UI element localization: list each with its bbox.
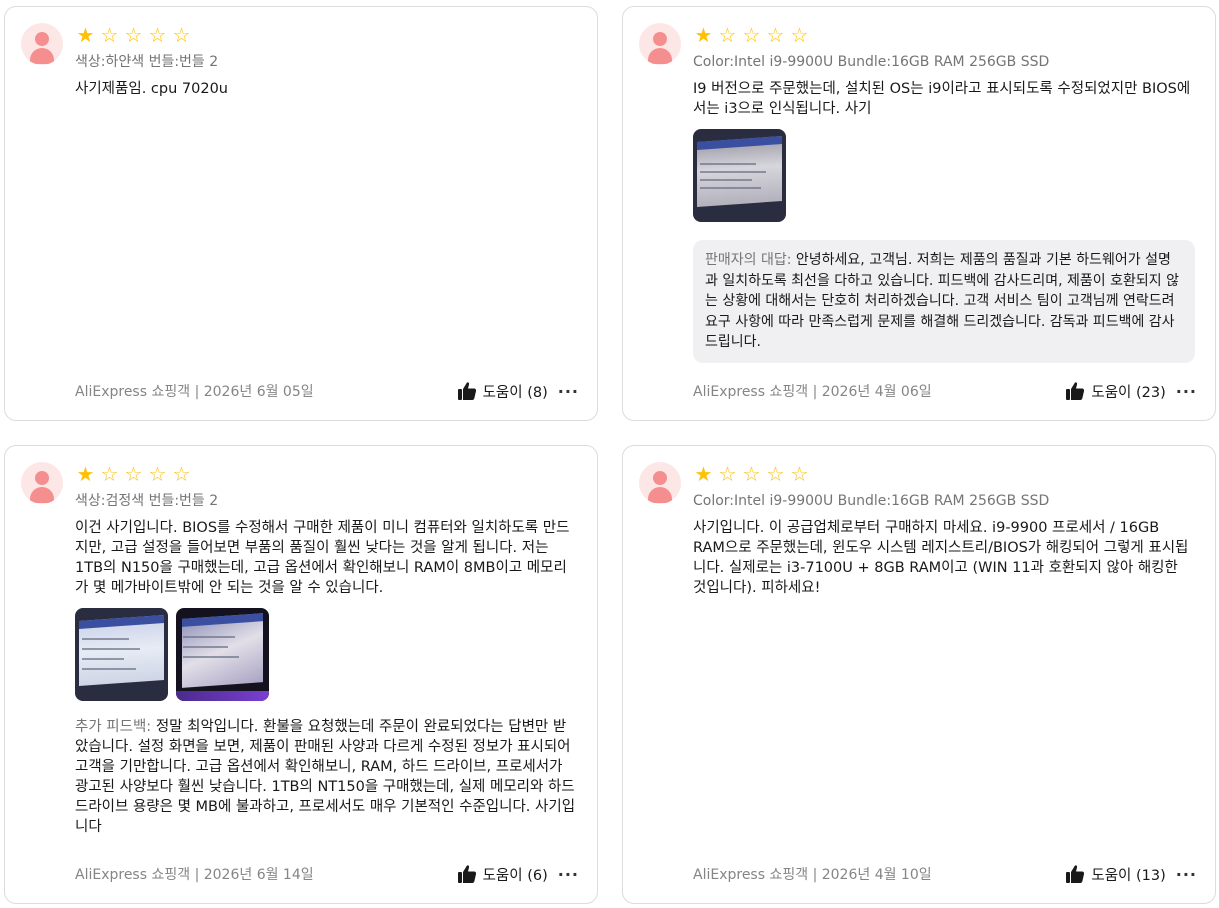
star-rating: ★ ☆ ☆ ☆ ☆	[693, 462, 1195, 486]
star-filled-icon: ★	[694, 462, 713, 486]
review-meta: AliExpress 쇼핑객 | 2026년 4월 06일	[693, 384, 932, 400]
star-empty-icon: ☆	[124, 23, 143, 47]
star-empty-icon: ☆	[790, 23, 809, 47]
thumbs-up-icon	[1066, 865, 1085, 883]
star-empty-icon: ☆	[100, 23, 119, 47]
star-empty-icon: ☆	[766, 462, 785, 486]
star-empty-icon: ☆	[790, 462, 809, 486]
thumbs-up-icon	[1066, 382, 1085, 400]
star-filled-icon: ★	[694, 23, 713, 47]
review-card: ★ ☆ ☆ ☆ ☆ 색상:검정색 번들:번들 2 이건 사기입니다. BIOS를…	[4, 445, 598, 904]
review-card: ★ ☆ ☆ ☆ ☆ Color:Intel i9-9900U Bundle:16…	[622, 6, 1216, 421]
review-photo[interactable]	[176, 608, 269, 701]
review-card: ★ ☆ ☆ ☆ ☆ 색상:하얀색 번들:번들 2 사기제품임. cpu 7020…	[4, 6, 598, 421]
star-empty-icon: ☆	[100, 462, 119, 486]
star-empty-icon: ☆	[718, 23, 737, 47]
review-meta: AliExpress 쇼핑객 | 2026년 6월 14일	[75, 867, 314, 883]
additional-feedback: 추가 피드백: 정말 최악입니다. 환불을 요청했는데 주문이 완료되었다는 답…	[75, 717, 577, 837]
review-text: 이건 사기입니다. BIOS를 수정해서 구매한 제품이 미니 컴퓨터와 일치하…	[75, 520, 570, 596]
thumbs-up-icon	[457, 865, 476, 883]
more-options-icon[interactable]: ···	[1176, 865, 1197, 884]
helpful-button[interactable]: 도움이 (6) ···	[457, 864, 579, 885]
star-empty-icon: ☆	[742, 462, 761, 486]
helpful-count: 도움이 (8)	[482, 384, 548, 401]
avatar	[639, 23, 681, 65]
helpful-count: 도움이 (13)	[1091, 867, 1166, 884]
sku-info: 색상:하얀색 번들:번들 2	[75, 54, 219, 70]
star-filled-icon: ★	[76, 23, 95, 47]
helpful-button[interactable]: 도움이 (13) ···	[1065, 864, 1197, 885]
avatar	[639, 462, 681, 504]
helpful-button[interactable]: 도움이 (23) ···	[1065, 381, 1197, 402]
star-rating: ★ ☆ ☆ ☆ ☆	[75, 23, 577, 47]
avatar	[21, 23, 63, 65]
thumbs-up-icon	[457, 382, 476, 400]
star-empty-icon: ☆	[718, 462, 737, 486]
review-photo[interactable]	[75, 608, 168, 701]
review-meta: AliExpress 쇼핑객 | 2026년 4월 10일	[693, 867, 932, 883]
star-empty-icon: ☆	[766, 23, 785, 47]
review-card: ★ ☆ ☆ ☆ ☆ Color:Intel i9-9900U Bundle:16…	[622, 445, 1216, 904]
more-options-icon[interactable]: ···	[1176, 382, 1197, 401]
star-empty-icon: ☆	[148, 23, 167, 47]
review-meta: AliExpress 쇼핑객 | 2026년 6월 05일	[75, 384, 314, 400]
avatar	[21, 462, 63, 504]
review-text: I9 버전으로 주문했는데, 설치된 OS는 i9이라고 표시되도록 수정되었지…	[693, 81, 1191, 117]
seller-reply: 판매자의 대답: 안녕하세요, 고객님. 저희는 제품의 품질과 기본 하드웨어…	[693, 240, 1195, 363]
star-empty-icon: ☆	[172, 23, 191, 47]
sku-info: Color:Intel i9-9900U Bundle:16GB RAM 256…	[693, 493, 1050, 509]
helpful-button[interactable]: 도움이 (8) ···	[457, 381, 579, 402]
review-text: 사기입니다. 이 공급업체로부터 구매하지 마세요. i9-9900 프로세서 …	[693, 520, 1189, 596]
more-options-icon[interactable]: ···	[558, 382, 579, 401]
star-rating: ★ ☆ ☆ ☆ ☆	[75, 462, 577, 486]
sku-info: Color:Intel i9-9900U Bundle:16GB RAM 256…	[693, 54, 1050, 70]
helpful-count: 도움이 (6)	[482, 867, 548, 884]
more-options-icon[interactable]: ···	[558, 865, 579, 884]
review-photo[interactable]	[693, 129, 786, 222]
star-empty-icon: ☆	[172, 462, 191, 486]
helpful-count: 도움이 (23)	[1091, 384, 1166, 401]
additional-feedback-label: 추가 피드백:	[75, 719, 156, 735]
sku-info: 색상:검정색 번들:번들 2	[75, 493, 219, 509]
seller-reply-label: 판매자의 대답:	[705, 252, 796, 268]
star-rating: ★ ☆ ☆ ☆ ☆	[693, 23, 1195, 47]
star-empty-icon: ☆	[148, 462, 167, 486]
star-empty-icon: ☆	[124, 462, 143, 486]
star-filled-icon: ★	[76, 462, 95, 486]
additional-feedback-text: 정말 최악입니다. 환불을 요청했는데 주문이 완료되었다는 답변만 받았습니다…	[75, 719, 576, 835]
review-text: 사기제품임. cpu 7020u	[75, 81, 228, 97]
star-empty-icon: ☆	[742, 23, 761, 47]
